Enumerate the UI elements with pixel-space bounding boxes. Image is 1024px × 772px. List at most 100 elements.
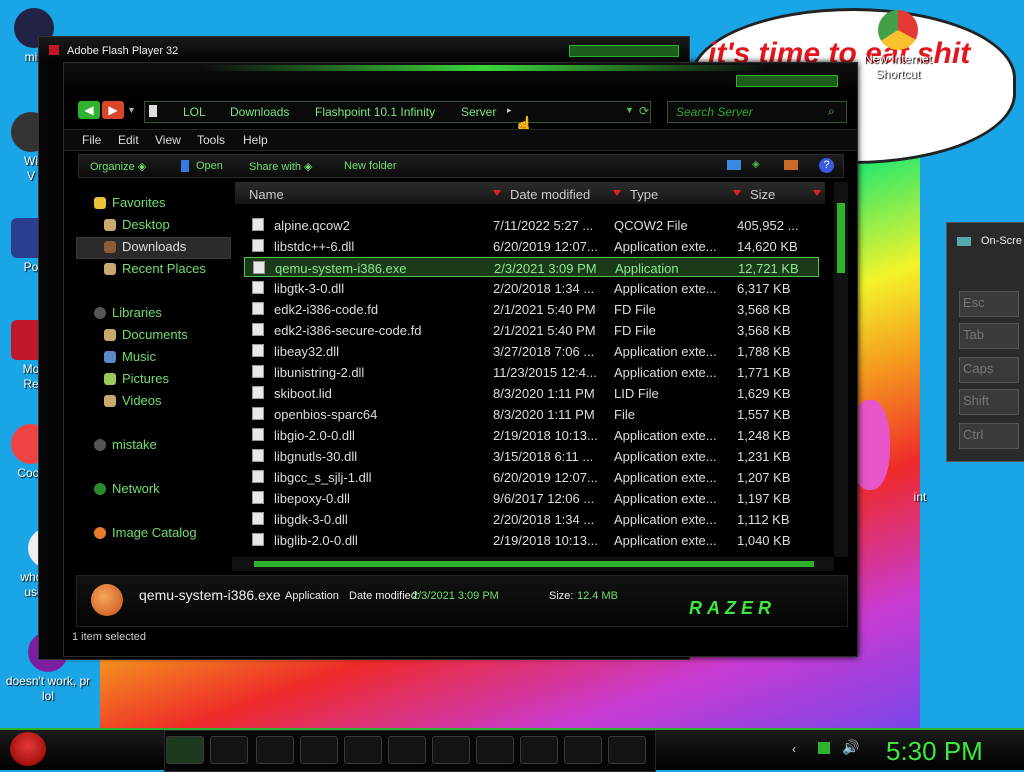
table-row[interactable]: libeay32.dll 3/27/2018 7:06 ... Applicatio… [244,341,819,361]
preview-pane-icon[interactable] [784,160,798,170]
osk-key-tab[interactable]: Tab [959,323,1019,349]
taskbar-keyboard-icon[interactable] [388,736,426,764]
flash-player-title: Adobe Flash Player 32 [67,45,179,57]
column-name-sort-icon[interactable] [493,190,501,196]
start-button-angry-bird-icon[interactable] [10,732,46,766]
nav-mistake[interactable]: mistake [94,437,157,452]
table-row[interactable]: edk2-i386-secure-code.fd 2/1/2021 5:40 PM… [244,320,819,340]
file-date: 3/27/2018 7:06 ... [493,344,595,359]
refresh-icon[interactable]: ⟳ [639,104,649,118]
table-row[interactable]: libgio-2.0-0.dll 2/19/2018 10:13... Applic… [244,425,819,445]
taskbar-flash-icon[interactable] [564,736,602,764]
window-controls[interactable] [736,75,838,87]
file-list: alpine.qcow2 7/11/2022 5:27 ... QCOW2 File… [244,215,819,555]
nav-pictures[interactable]: Pictures [104,371,169,386]
share-with-button[interactable]: Share with ◈ [249,160,313,173]
tray-network-icon[interactable] [818,742,830,754]
table-row[interactable]: edk2-i386-code.fd 2/1/2021 5:40 PM FD File… [244,299,819,319]
table-row[interactable]: libgnutls-30.dll 3/15/2018 6:11 ... Applic… [244,446,819,466]
osk-key-ctrl[interactable]: Ctrl [959,423,1019,449]
osk-key-caps[interactable]: Caps [959,357,1019,383]
taskbar-explorer-icon[interactable] [166,736,204,764]
file-date: 11/23/2015 12:4... [493,365,597,380]
address-dropdown-icon[interactable]: ▼ [625,105,634,115]
details-pane: qemu-system-i386.exe Application Date mo… [76,575,848,627]
vertical-scroll-thumb[interactable] [837,203,845,273]
nav-favorites[interactable]: Favorites [94,195,165,210]
taskbar-7zip-icon[interactable] [344,736,382,764]
search-icon[interactable]: ⌕ [828,104,835,119]
table-row[interactable]: qemu-system-i386.exe 2/3/2021 3:09 PM Appl… [244,257,819,277]
taskbar-volume-mixer-icon[interactable] [432,736,470,764]
change-view-icon[interactable] [727,160,741,170]
table-row[interactable]: libunistring-2.dll 11/23/2015 12:4... Appl… [244,362,819,382]
breadcrumb-server[interactable]: Server [461,105,496,119]
table-row[interactable]: libstdc++-6.dll 6/20/2019 12:07... Applica… [244,236,819,256]
taskbar-flash-alt-icon[interactable] [608,736,646,764]
search-box[interactable]: Search Server ⌕ [667,101,847,123]
desktop-icon-int[interactable]: int [900,490,940,505]
desktop-icon-new-internet-shortcut[interactable]: New Internet Shortcut [856,10,940,82]
taskbar-app-icon[interactable] [256,736,294,764]
nav-recent-places[interactable]: Recent Places [104,261,206,276]
table-row[interactable]: libgtk-3-0.dll 2/20/2018 1:34 ... Applicat… [244,278,819,298]
explorer-window[interactable]: ◀ ▶ ▼ LOL Downloads Flashpoint 10.1 Infi… [63,62,858,657]
column-size-sort-icon[interactable] [813,190,821,196]
nav-libraries[interactable]: Libraries [94,305,162,320]
table-row[interactable]: libgcc_s_sjlj-1.dll 6/20/2019 12:07... App… [244,467,819,487]
nav-music[interactable]: Music [104,349,156,364]
taskbar-clock[interactable]: 5:30 PM [886,736,983,767]
file-type: Application exte... [614,470,717,485]
column-date-modified[interactable]: Date modified [510,187,590,202]
taskbar-internet-explorer-icon[interactable] [300,736,338,764]
column-size[interactable]: Size [750,187,775,202]
nav-downloads[interactable]: Downloads [104,239,186,254]
file-icon [252,281,264,294]
table-row[interactable]: openbios-sparc64 8/3/2020 1:11 PM File 1,55… [244,404,819,424]
help-icon[interactable]: ? [819,158,834,173]
file-type: Application exte... [614,491,717,506]
table-row[interactable]: alpine.qcow2 7/11/2022 5:27 ... QCOW2 File… [244,215,819,235]
osk-key-esc[interactable]: Esc [959,291,1019,317]
chrome-icon [878,10,918,50]
breadcrumb-chevron-icon[interactable]: ▸ [507,105,512,116]
nav-videos[interactable]: Videos [104,393,162,408]
taskbar-phone-icon[interactable] [520,736,558,764]
menu-help[interactable]: Help [243,133,268,147]
taskbar-chrome-icon[interactable] [210,736,248,764]
breadcrumb-flashpoint[interactable]: Flashpoint 10.1 Infinity [315,105,435,119]
nav-desktop[interactable]: Desktop [104,217,170,232]
nav-image-catalog[interactable]: Image Catalog [94,525,197,540]
on-screen-keyboard-window[interactable]: On-Scre Esc Tab Caps Shift Ctrl [946,222,1024,462]
nav-documents[interactable]: Documents [104,327,188,342]
file-name: libgdk-3-0.dll [274,512,348,527]
osk-key-shift[interactable]: Shift [959,389,1019,415]
search-placeholder: Search Server [676,105,753,119]
nav-network[interactable]: Network [94,481,160,496]
column-name[interactable]: Name [249,187,284,202]
file-size: 6,317 KB [737,281,791,296]
tray-volume-icon[interactable]: 🔊 [842,739,859,756]
table-row[interactable]: libgdk-3-0.dll 2/20/2018 1:34 ... Applicat… [244,509,819,529]
taskbar-cmd-icon[interactable] [476,736,514,764]
column-headers: Name Date modified Type Size [235,182,825,204]
table-row[interactable]: libglib-2.0-0.dll 2/19/2018 10:13... Appli… [244,530,819,550]
downloads-folder-icon [104,241,116,253]
horizontal-scroll-thumb[interactable] [254,561,814,567]
column-type[interactable]: Type [630,187,658,202]
table-row[interactable]: libepoxy-0.dll 9/6/2017 12:06 ... Applicat… [244,488,819,508]
column-date-sort-icon[interactable] [613,190,621,196]
file-type: Application exte... [614,512,717,527]
view-dropdown-icon[interactable]: ◈ [752,159,760,170]
file-date: 6/20/2019 12:07... [493,239,598,254]
new-folder-button[interactable]: New folder [344,160,397,172]
file-type: File [614,407,635,422]
navigation-pane: Favorites Desktop Downloads Recent Place… [64,63,244,583]
table-row[interactable]: skiboot.lid 8/3/2020 1:11 PM LID File 1,629… [244,383,819,403]
file-name: libstdc++-6.dll [274,239,355,254]
window-controls[interactable] [569,45,679,57]
tray-expand-icon[interactable]: ‹ [792,742,796,756]
flash-icon [49,45,59,55]
file-icon [252,449,264,462]
column-type-sort-icon[interactable] [733,190,741,196]
